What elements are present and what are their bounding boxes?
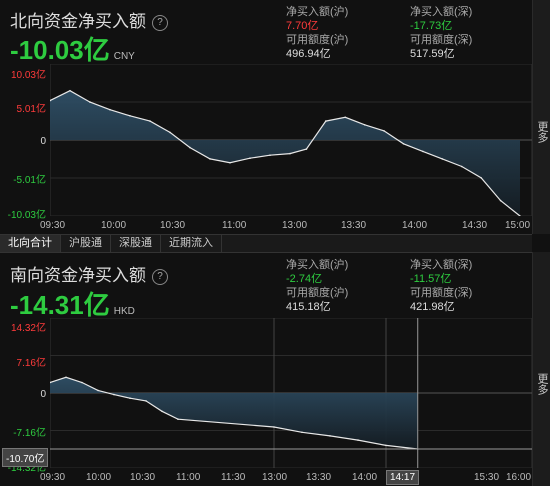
south-title: 南向资金净买入额? — [10, 261, 168, 286]
tab-north-total[interactable]: 北向合计 — [0, 235, 61, 252]
south-panel: 南向资金净买入额? -14.31亿 HKD 净买入额(沪) -2.74亿 可用额度… — [0, 252, 532, 486]
north-data-point — [461, 165, 463, 168]
north-ytick-4: -5.01亿 — [13, 175, 46, 186]
north-panel: 北向资金净买入额? -10.03亿 CNY 净买入额(沪) 7.70亿 可用额度(… — [0, 0, 532, 234]
south-ytick-2: 7.16亿 — [16, 358, 46, 369]
south-xtick-2: 10:30 — [130, 472, 156, 483]
north-data-point — [129, 115, 131, 117]
crosshair-value-label: -10.70亿 — [2, 448, 49, 467]
north-data-point — [383, 130, 385, 132]
south-currency: HKD — [113, 306, 135, 317]
help-icon[interactable]: ? — [152, 268, 168, 285]
south-data-point — [129, 397, 131, 399]
south-xtick-0: 09:30 — [40, 472, 66, 483]
south-data-point — [177, 418, 179, 420]
south-xtick-8: 15:30 — [474, 472, 500, 483]
south-ytick-4: -7.16亿 — [13, 428, 46, 439]
north-data-point — [189, 146, 191, 149]
north-ytick-zero: 0 — [40, 136, 46, 147]
north-xtick-8: 15:00 — [505, 220, 531, 231]
north-data-point — [325, 120, 327, 122]
south-data-point — [65, 376, 67, 379]
north-more-button[interactable]: 更多 — [532, 0, 550, 234]
north-total: -10.03亿 CNY — [10, 30, 135, 67]
south-sz-quota-value: 421.98亿 — [410, 301, 455, 313]
north-data-point — [169, 131, 171, 134]
north-data-point — [344, 116, 347, 119]
north-xtick-3: 11:00 — [222, 220, 247, 231]
south-title-text: 南向资金净买入额 — [10, 266, 146, 285]
north-data-point — [441, 158, 444, 160]
crosshair-time-label: 14:17 — [386, 470, 420, 485]
north-currency: CNY — [113, 51, 135, 62]
south-data-point — [113, 393, 115, 396]
north-data-point — [109, 108, 111, 111]
south-data-point — [329, 435, 331, 437]
north-xtick-2: 10:30 — [160, 220, 186, 231]
north-data-point — [289, 152, 291, 155]
north-data-point — [209, 158, 211, 160]
south-xtick-6: 13:30 — [306, 472, 332, 483]
south-xtick-9: 16:00 — [506, 472, 532, 483]
north-ytick-top: 10.03亿 — [10, 70, 46, 81]
north-xtick-1: 10:00 — [101, 220, 127, 231]
tab-recent-inflow[interactable]: 近期流入 — [161, 235, 222, 252]
south-sh-quota-value: 415.18亿 — [286, 301, 331, 313]
north-xtick-7: 14:30 — [462, 220, 488, 231]
south-data-point — [357, 439, 359, 441]
south-xtick-1: 10:00 — [86, 472, 112, 483]
south-chart[interactable] — [50, 318, 532, 468]
north-data-point — [269, 154, 271, 156]
south-ytick-top: 14.32亿 — [10, 323, 46, 334]
south-xtick-3: 11:00 — [176, 472, 201, 483]
north-xtick-4: 13:00 — [282, 220, 308, 231]
north-xtick-5: 13:30 — [341, 220, 367, 231]
south-data-point — [161, 410, 163, 413]
tab-shenzhen-connect[interactable]: 深股通 — [111, 235, 161, 252]
south-xtick-4: 11:30 — [221, 472, 246, 483]
north-title: 北向资金净买入额? — [10, 7, 168, 32]
north-data-point — [480, 177, 483, 179]
north-sz-quota-value: 517.59亿 — [410, 48, 455, 60]
north-data-point — [149, 120, 151, 122]
south-total: -14.31亿 HKD — [10, 285, 135, 322]
north-title-text: 北向资金净买入额 — [10, 12, 146, 31]
tab-bar: 北向合计 沪股通 深股通 近期流入 — [0, 234, 532, 253]
south-xtick-7: 14:00 — [352, 472, 378, 483]
north-area — [50, 90, 520, 216]
south-area — [50, 377, 418, 449]
south-data-point — [81, 381, 83, 384]
south-more-button[interactable]: 更多 — [532, 252, 550, 486]
south-data-point — [145, 400, 147, 402]
north-xtick-6: 14:00 — [402, 220, 428, 231]
south-ytick-zero: 0 — [40, 389, 46, 400]
north-data-point — [402, 143, 405, 145]
south-data-point — [273, 426, 275, 428]
north-xtick-0: 09:30 — [40, 220, 66, 231]
north-chart[interactable] — [50, 64, 532, 216]
north-data-point — [363, 124, 366, 126]
south-data-point — [97, 389, 99, 392]
north-data-point — [229, 161, 231, 164]
north-total-value: -10.03亿 — [10, 35, 110, 65]
north-ytick-2: 5.01亿 — [16, 104, 46, 115]
north-data-point — [305, 148, 308, 150]
south-data-point — [385, 444, 387, 447]
tab-shanghai-connect[interactable]: 沪股通 — [61, 235, 111, 252]
north-data-point — [69, 89, 71, 92]
north-ytick-bottom: -10.03亿 — [7, 210, 46, 221]
north-data-point — [249, 157, 251, 159]
north-data-point — [89, 101, 91, 103]
north-data-point — [499, 199, 502, 202]
south-data-point — [301, 431, 303, 434]
south-total-value: -14.31亿 — [10, 290, 110, 320]
north-sh-quota-value: 496.94亿 — [286, 48, 331, 60]
help-icon[interactable]: ? — [152, 14, 168, 31]
south-xtick-5: 13:00 — [262, 472, 288, 483]
north-data-point — [422, 150, 424, 153]
